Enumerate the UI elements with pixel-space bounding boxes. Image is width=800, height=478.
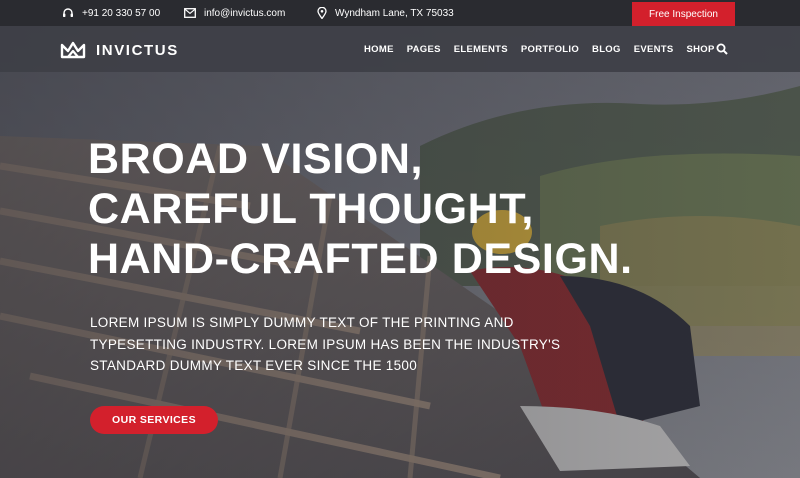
map-pin-icon	[317, 7, 327, 19]
email-address: info@invictus.com	[204, 7, 286, 19]
phone-number: +91 20 330 57 00	[82, 7, 161, 19]
hero-subtitle: LOREM IPSUM IS SIMPLY DUMMY TEXT OF THE …	[90, 315, 561, 373]
address-contact: Wyndham Lane, TX 75033	[317, 0, 454, 26]
free-inspection-button[interactable]: Free Inspection	[632, 2, 735, 26]
search-icon[interactable]	[716, 43, 728, 55]
nav-item-shop[interactable]: SHOP	[687, 44, 715, 55]
email-contact[interactable]: info@invictus.com	[184, 0, 285, 26]
our-services-button[interactable]: OUR SERVICES	[90, 406, 218, 434]
brand-logo[interactable]: INVICTUS	[60, 40, 179, 60]
phone-contact[interactable]: +91 20 330 57 00	[62, 0, 160, 26]
nav-item-elements[interactable]: ELEMENTS	[454, 44, 508, 55]
nav-item-home[interactable]: HOME	[364, 44, 394, 55]
hero-title-line: HAND-CRAFTED DESIGN.	[88, 235, 633, 283]
hero-title-line: CAREFUL THOUGHT,	[88, 185, 534, 233]
nav-item-events[interactable]: EVENTS	[634, 44, 674, 55]
street-address: Wyndham Lane, TX 75033	[335, 7, 454, 19]
top-contact-bar: +91 20 330 57 00 info@invictus.com Wyndh…	[0, 0, 800, 26]
hero-title: BROAD VISION, CAREFUL THOUGHT, HAND-CRAF…	[88, 134, 633, 284]
hero-section: BROAD VISION, CAREFUL THOUGHT, HAND-CRAF…	[0, 26, 800, 478]
headset-icon	[63, 8, 73, 17]
brand-name: INVICTUS	[96, 41, 179, 59]
nav-item-blog[interactable]: BLOG	[592, 44, 621, 55]
nav-item-pages[interactable]: PAGES	[407, 44, 441, 55]
main-header: INVICTUS HOME PAGES ELEMENTS PORTFOLIO B…	[0, 26, 800, 72]
hero-title-line: BROAD VISION,	[88, 135, 424, 183]
main-navigation: HOME PAGES ELEMENTS PORTFOLIO BLOG EVENT…	[364, 26, 728, 72]
envelope-icon	[184, 8, 196, 18]
crown-logo-icon	[60, 41, 86, 59]
nav-item-portfolio[interactable]: PORTFOLIO	[521, 44, 579, 55]
